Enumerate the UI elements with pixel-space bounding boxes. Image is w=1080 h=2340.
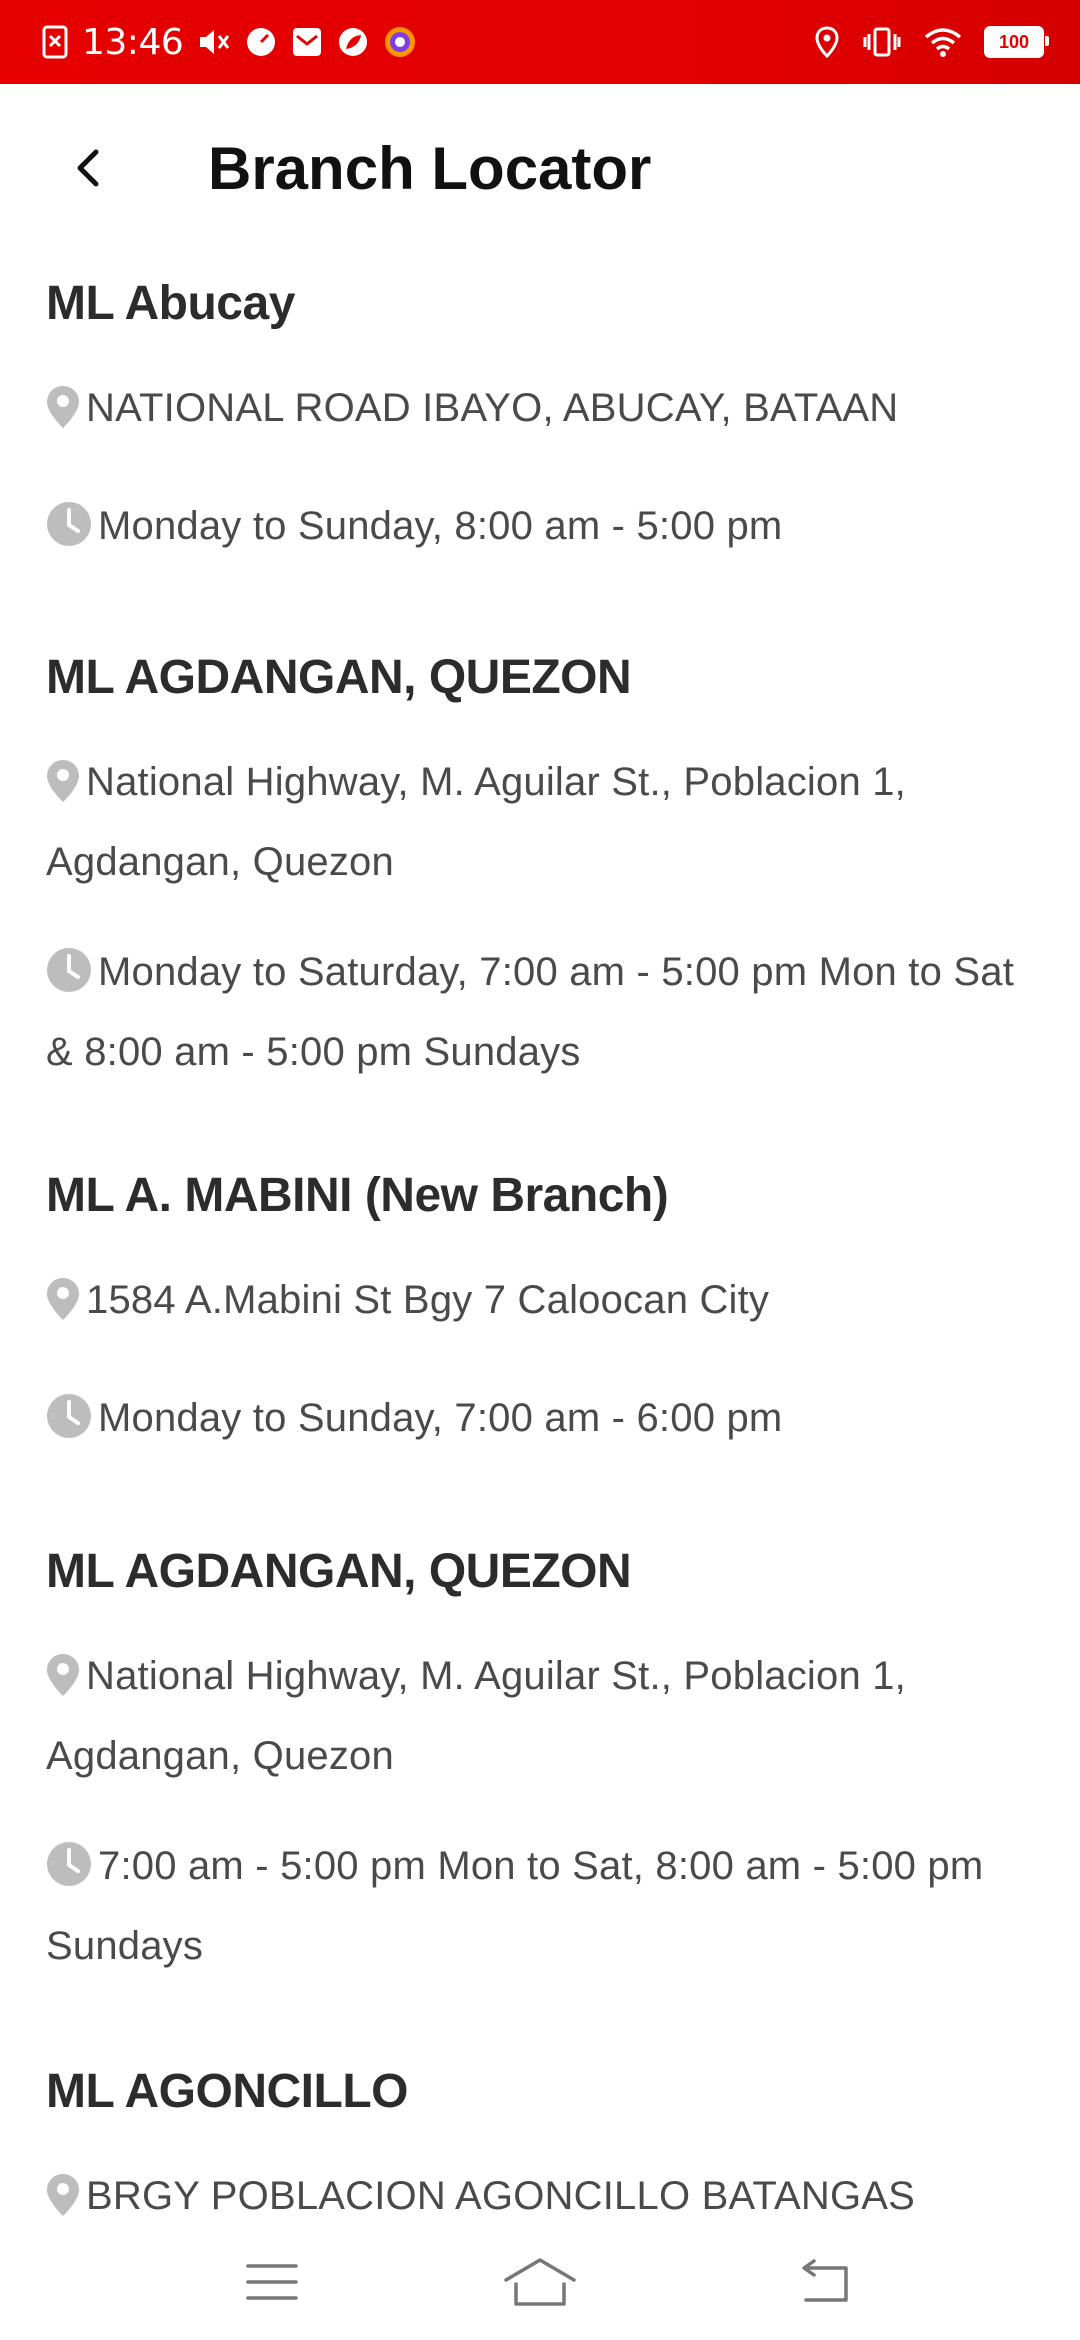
address-text: 1584 A.Mabini St Bgy 7 Caloocan City (86, 1278, 770, 1322)
vibrate-icon (862, 26, 902, 58)
wifi-icon (924, 26, 962, 58)
branch-hours: Monday to Sunday, 8:00 am - 5:00 pm (46, 490, 1034, 570)
mute-icon (197, 26, 231, 58)
hours-text: Monday to Sunday, 8:00 am - 5:00 pm (98, 504, 783, 548)
branch-address: NATIONAL ROAD IBAYO, ABUCAY, BATAAN (46, 372, 1034, 452)
leaf-icon (337, 26, 369, 58)
app-bar: Branch Locator (0, 84, 1080, 254)
back-nav-button[interactable] (784, 2250, 864, 2314)
back-button[interactable] (56, 136, 120, 200)
battery-indicator: 100 (984, 26, 1049, 58)
branch-name: ML AGONCILLO (46, 2065, 408, 2118)
branch-item[interactable]: ML A. MABINI (New Branch) 1584 A.Mabini … (0, 1146, 1080, 1522)
menu-icon (246, 2264, 298, 2300)
hours-text: Monday to Saturday, 7:00 am - 5:00 pm Mo… (46, 950, 1015, 1074)
branch-hours: Monday to Saturday, 7:00 am - 5:00 pm Mo… (46, 936, 1034, 1088)
branch-name: ML AGDANGAN, QUEZON (46, 1545, 632, 1598)
clock-icon (46, 1838, 92, 1910)
status-left: 13:46 (42, 0, 417, 84)
browser-icon (383, 25, 417, 59)
location-icon (814, 26, 840, 58)
branch-address: 1584 A.Mabini St Bgy 7 Caloocan City (46, 1264, 1034, 1344)
hours-text: Monday to Sunday, 7:00 am - 6:00 pm (98, 1396, 783, 1440)
clock-icon (46, 944, 92, 1016)
branch-hours: 7:00 am - 5:00 pm Mon to Sat, 8:00 am - … (46, 1830, 1034, 1982)
branch-address: National Highway, M. Aguilar St., Poblac… (46, 1640, 1034, 1792)
mail-icon (291, 26, 323, 58)
branch-name: ML A. MABINI (New Branch) (46, 1169, 669, 1222)
map-pin-icon (46, 380, 80, 452)
status-right: 100 (814, 0, 1049, 84)
address-text: NATIONAL ROAD IBAYO, ABUCAY, BATAAN (86, 386, 899, 430)
address-text: National Highway, M. Aguilar St., Poblac… (46, 760, 906, 884)
home-icon (504, 2258, 576, 2306)
map-pin-icon (46, 754, 80, 826)
branch-item[interactable]: ML Abucay NATIONAL ROAD IBAYO, ABUCAY, B… (0, 254, 1080, 628)
branch-name: ML Abucay (46, 277, 295, 330)
branch-list: ML Abucay NATIONAL ROAD IBAYO, ABUCAY, B… (0, 254, 1080, 2240)
branch-address: National Highway, M. Aguilar St., Poblac… (46, 746, 1034, 898)
branch-item[interactable]: ML AGDANGAN, QUEZON National Highway, M.… (0, 628, 1080, 1146)
screen: 13:46 100 Branch Locator ML Abucay NATIO… (0, 0, 1080, 2340)
home-button[interactable] (500, 2250, 580, 2314)
page-title: Branch Locator (208, 135, 652, 202)
status-time: 13:46 (82, 21, 184, 63)
hours-text: 7:00 am - 5:00 pm Mon to Sat, 8:00 am - … (46, 1844, 984, 1968)
branch-item[interactable]: ML AGONCILLO BRGY POBLACION AGONCILLO BA… (0, 2042, 1080, 2240)
chevron-left-icon (77, 149, 99, 187)
menu-button[interactable] (232, 2250, 312, 2314)
clock-icon (46, 1390, 92, 1462)
map-pin-icon (46, 1272, 80, 1344)
navigation-bar (0, 2224, 1080, 2340)
branch-name: ML AGDANGAN, QUEZON (46, 651, 632, 704)
clock-icon (46, 498, 92, 570)
status-bar: 13:46 100 (0, 0, 1080, 84)
speedometer-icon (245, 26, 277, 58)
screenshot-icon (42, 25, 68, 59)
branch-item[interactable]: ML AGDANGAN, QUEZON National Highway, M.… (0, 1522, 1080, 2042)
back-icon (802, 2259, 848, 2302)
branch-hours: Monday to Sunday, 7:00 am - 6:00 pm (46, 1382, 1034, 1462)
map-pin-icon (46, 1648, 80, 1720)
address-text: National Highway, M. Aguilar St., Poblac… (46, 1654, 906, 1778)
address-text: BRGY POBLACION AGONCILLO BATANGAS (86, 2174, 916, 2218)
